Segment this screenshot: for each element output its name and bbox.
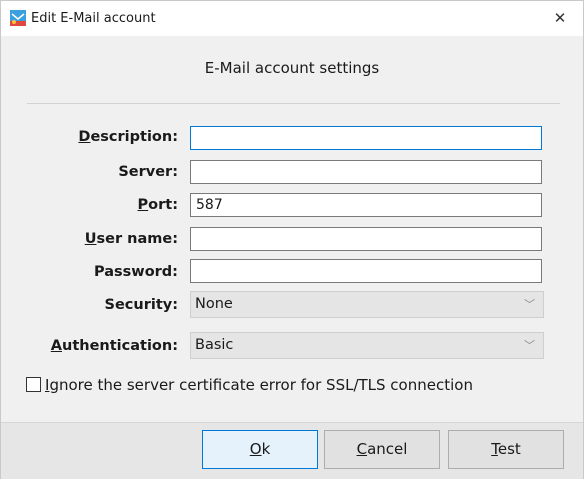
page-title: E-Mail account settings bbox=[204, 59, 380, 77]
ignore-cert-error-checkbox[interactable] bbox=[26, 377, 41, 392]
authentication-label: Authentication: bbox=[50, 338, 178, 354]
port-label: Port: bbox=[137, 197, 178, 213]
server-label: Server: bbox=[118, 164, 178, 180]
password-label: Password: bbox=[94, 264, 178, 280]
port-input[interactable]: 587 bbox=[190, 193, 542, 217]
authentication-selected-value: Basic bbox=[195, 337, 234, 353]
close-icon: ✕ bbox=[553, 9, 567, 27]
user-name-label: User name: bbox=[84, 231, 178, 247]
ignore-cert-error-label: Ignore the server certificate error for … bbox=[45, 376, 473, 394]
description-input[interactable] bbox=[190, 126, 542, 150]
description-label: Description: bbox=[78, 129, 178, 145]
server-input[interactable] bbox=[190, 160, 542, 184]
window-title: Edit E-Mail account bbox=[31, 11, 156, 26]
chevron-down-icon: ﹀ bbox=[524, 339, 535, 352]
password-input[interactable] bbox=[190, 259, 542, 283]
close-button[interactable]: ✕ bbox=[537, 1, 583, 36]
test-button[interactable]: Test bbox=[448, 430, 564, 469]
title-bar: Edit E-Mail account ✕ bbox=[1, 1, 583, 36]
ok-button[interactable]: Ok bbox=[202, 430, 318, 469]
chevron-down-icon: ﹀ bbox=[524, 298, 535, 311]
security-label: Security: bbox=[104, 297, 179, 313]
authentication-select[interactable]: Basic ﹀ bbox=[190, 332, 544, 359]
security-selected-value: None bbox=[195, 296, 233, 312]
divider bbox=[27, 103, 560, 104]
cancel-button[interactable]: Cancel bbox=[324, 430, 440, 469]
security-select[interactable]: None ﹀ bbox=[190, 291, 544, 318]
user-name-input[interactable] bbox=[190, 227, 542, 251]
dialog-window: Edit E-Mail account ✕ E-Mail account set… bbox=[0, 0, 584, 479]
mail-app-icon bbox=[10, 10, 26, 26]
